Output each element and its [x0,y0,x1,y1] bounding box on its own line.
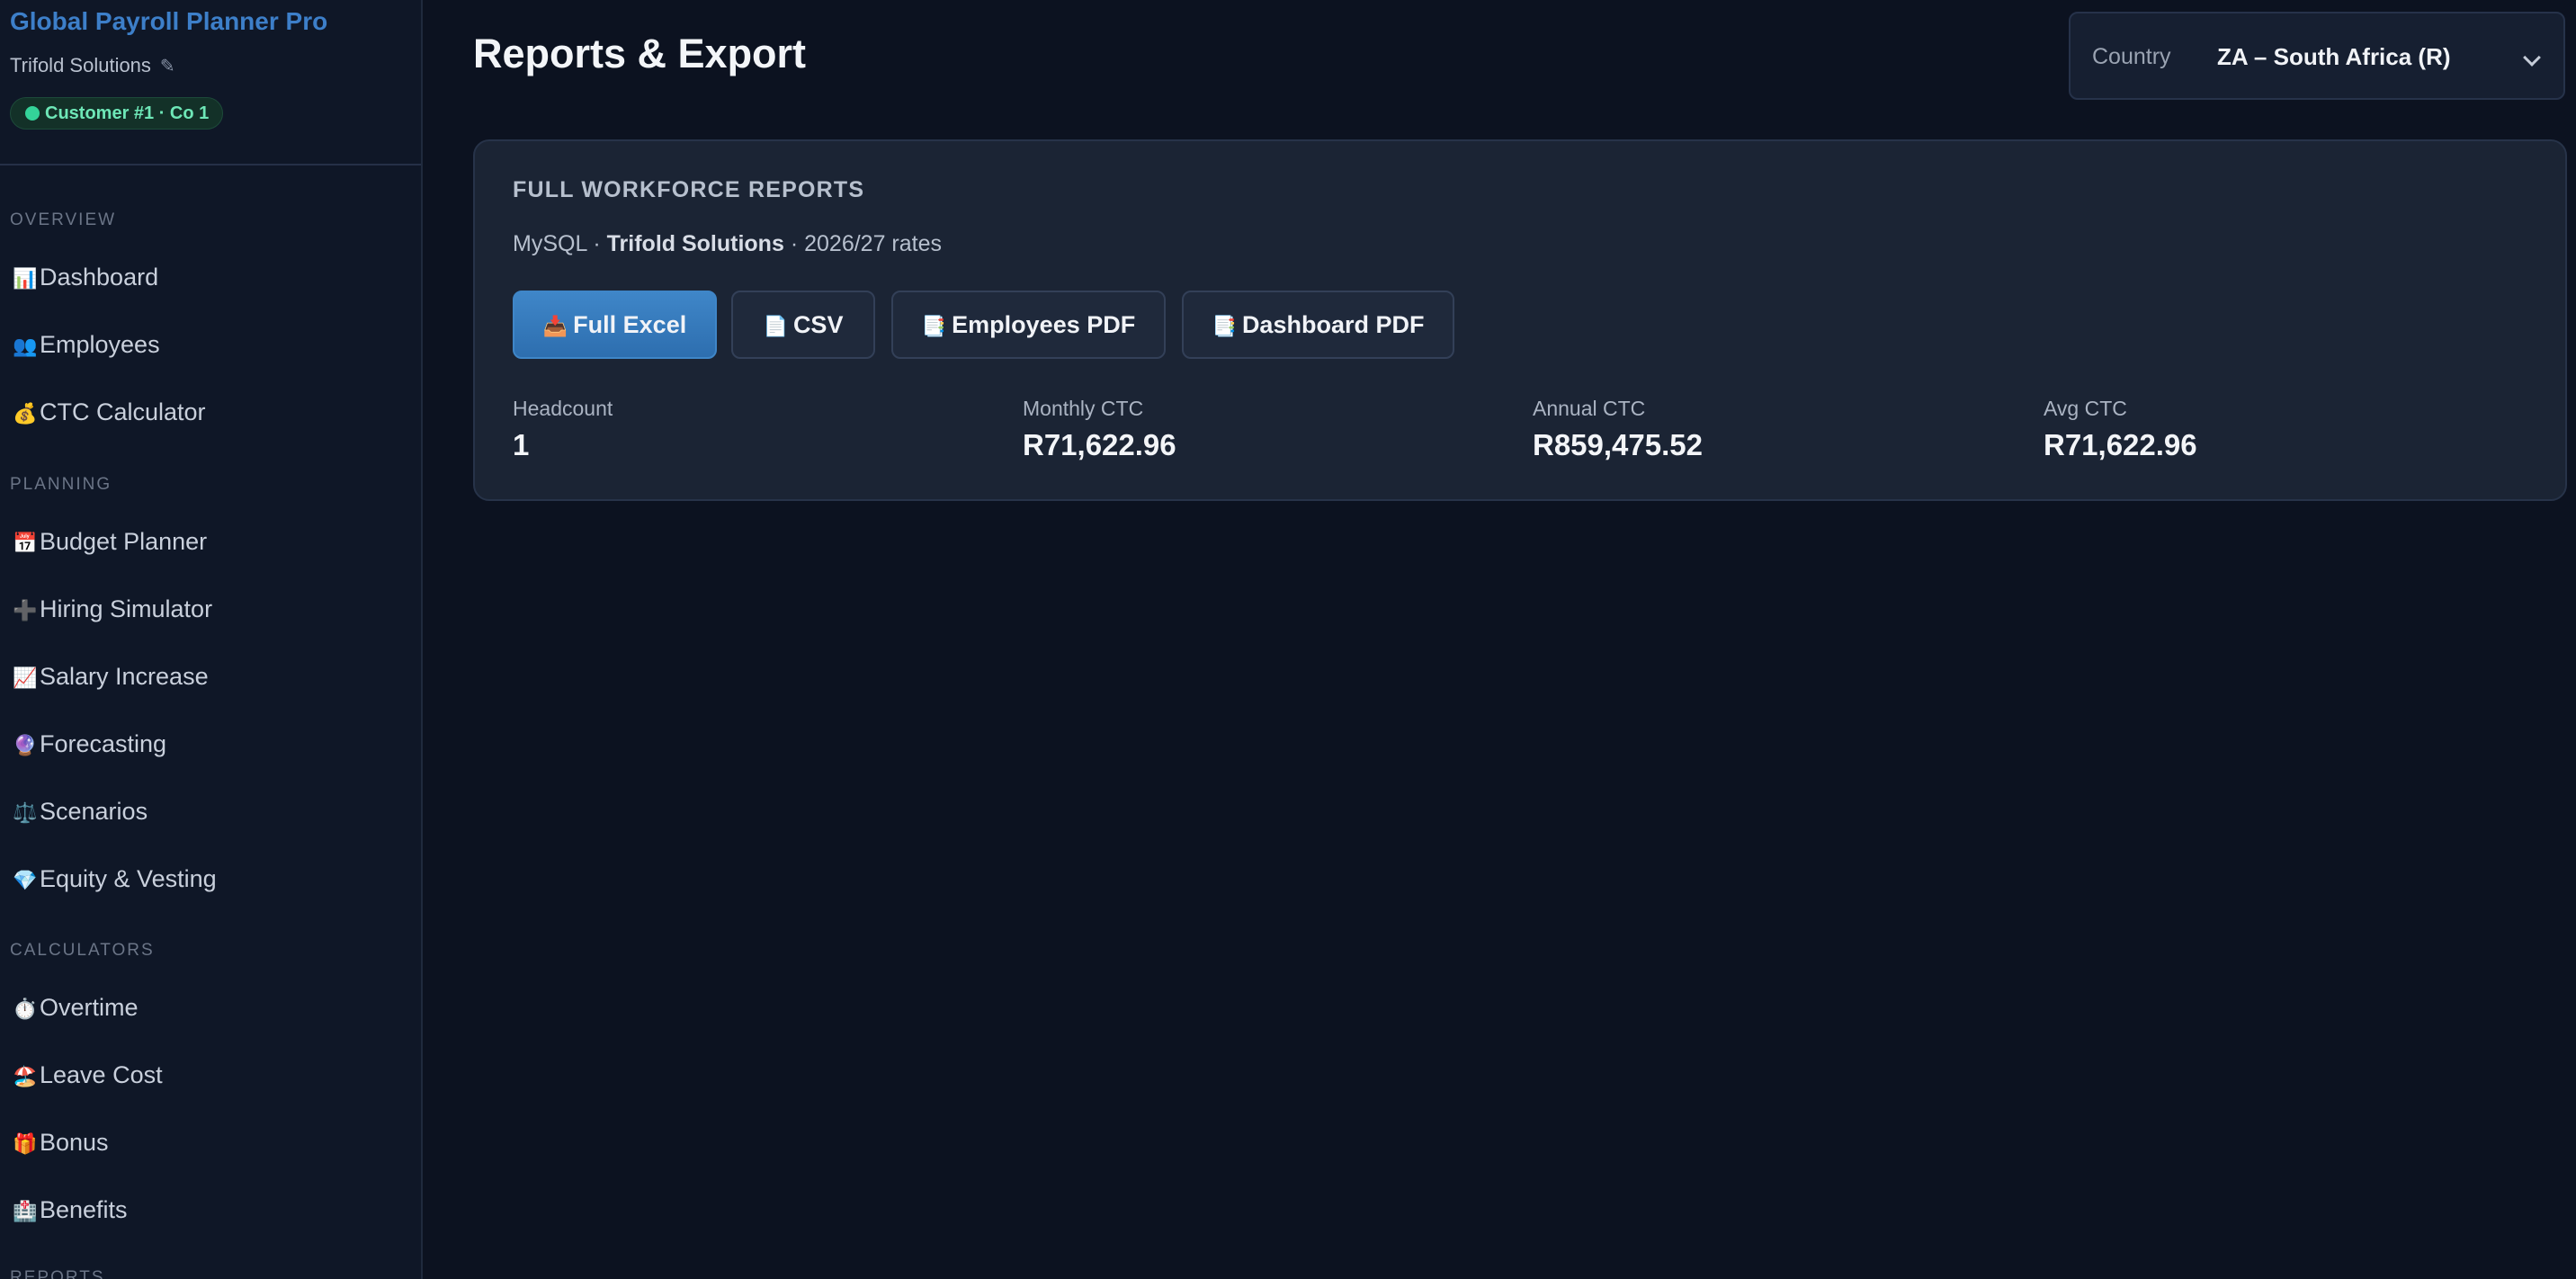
company-name: Trifold Solutions [606,231,784,256]
stat-label: Monthly CTC [1023,397,1144,420]
document-icon: 📄 [763,314,788,337]
stat-value: R71,622.96 [1023,428,1176,461]
customer-badge: Customer #1 · Co 1 [10,97,224,130]
sidebar-item-salary-increase[interactable]: 📈Salary Increase [13,654,408,699]
sidebar-item-label: Bonus [40,1129,109,1156]
sidebar-item-leave-cost[interactable]: 🏖️Leave Cost [13,1052,408,1097]
card-heading: FULL WORKFORCE REPORTS [513,177,865,202]
page-title: Reports & Export [473,31,807,76]
button-label: CSV [792,310,844,338]
section-planning: PLANNING [10,475,112,494]
stopwatch-icon: ⏱️ [13,997,38,1020]
stat-monthly-ctc: Monthly CTC R71,622.96 [1023,397,1472,462]
calendar-icon: 📅 [13,532,38,554]
app-title[interactable]: Global Payroll Planner Pro [10,7,327,36]
full-excel-button[interactable]: 📥 Full Excel [513,291,717,359]
sidebar-item-overtime[interactable]: ⏱️Overtime [13,985,408,1030]
stat-annual-ctc: Annual CTC R859,475.52 [1533,397,1982,462]
button-label: Dashboard PDF [1241,310,1425,338]
sidebar-item-benefits[interactable]: 🏥Benefits [13,1187,408,1232]
sidebar-item-label: Scenarios [40,798,148,825]
sidebar-item-label: Leave Cost [40,1061,163,1088]
gem-icon: 💎 [13,869,38,891]
country-select-value[interactable]: ZA – South Africa (R) [2217,43,2451,71]
sidebar-item-label: Employees [40,331,160,358]
sidebar-divider [0,164,421,165]
stat-label: Headcount [513,397,613,420]
card-subtitle: MySQL · Trifold Solutions · 2026/27 rate… [513,231,942,257]
sidebar-item-bonus[interactable]: 🎁Bonus [13,1120,408,1165]
chart-increasing-icon: 📈 [13,666,38,689]
sidebar-item-budget-planner[interactable]: 📅Budget Planner [13,519,408,564]
sidebar-item-label: Salary Increase [40,663,209,690]
sidebar-item-label: Hiring Simulator [40,595,213,622]
sidebar-item-equity-vesting[interactable]: 💎Equity & Vesting [13,856,408,901]
chevron-down-icon[interactable] [2523,49,2541,67]
sidebar-item-label: Dashboard [40,264,159,291]
sidebar-item-employees[interactable]: 👥Employees [13,322,408,367]
section-calculators: CALCULATORS [10,941,155,960]
crystal-ball-icon: 🔮 [13,734,38,756]
employees-pdf-button[interactable]: 📑 Employees PDF [891,291,1166,359]
sidebar-item-scenarios[interactable]: ⚖️Scenarios [13,789,408,834]
sidebar-item-dashboard[interactable]: 📊Dashboard [13,255,408,300]
sidebar-item-hiring-simulator[interactable]: ➕Hiring Simulator [13,586,408,631]
stat-label: Avg CTC [2044,397,2127,420]
bookmark-tabs-icon: 📑 [921,314,947,337]
stat-value: R71,622.96 [2044,428,2197,461]
hospital-icon: 🏥 [13,1200,38,1222]
sidebar-item-ctc-calculator[interactable]: 💰CTC Calculator [13,389,408,434]
stat-avg-ctc: Avg CTC R71,622.96 [2044,397,2493,462]
sidebar-item-forecasting[interactable]: 🔮Forecasting [13,721,408,766]
company-name-label: Trifold Solutions [10,54,151,76]
section-reports: REPORTS [10,1268,105,1279]
beach-icon: 🏖️ [13,1065,38,1087]
stat-value: 1 [513,428,530,461]
button-label: Employees PDF [952,310,1136,338]
sidebar-item-label: Forecasting [40,730,167,757]
money-bag-icon: 💰 [13,402,38,425]
stat-headcount: Headcount 1 [513,397,962,462]
separator: · [593,231,601,256]
sidebar: Global Payroll Planner Pro Trifold Solut… [0,0,423,1279]
bar-chart-icon: 📊 [13,267,38,290]
customer-badge-label: Customer #1 · Co 1 [45,103,210,123]
rates-label: 2026/27 rates [804,231,943,256]
sidebar-item-label: Budget Planner [40,528,208,555]
button-label: Full Excel [573,310,687,338]
balance-scale-icon: ⚖️ [13,801,38,824]
country-label: Country [2092,44,2171,69]
bookmark-tabs-icon: 📑 [1212,314,1237,337]
status-dot-icon [25,106,40,121]
inbox-tray-icon: 📥 [542,314,568,337]
sidebar-item-label: CTC Calculator [40,398,206,425]
edit-pencil-icon[interactable]: ✎ [160,57,175,76]
country-selector[interactable]: Country ZA – South Africa (R) [2069,12,2565,100]
db-name: MySQL [513,231,587,256]
sidebar-item-label: Overtime [40,994,139,1021]
section-overview: OVERVIEW [10,210,117,229]
stat-value: R859,475.52 [1533,428,1703,461]
csv-button[interactable]: 📄 CSV [731,291,875,359]
people-icon: 👥 [13,335,38,357]
separator: · [790,231,799,256]
gift-icon: 🎁 [13,1132,38,1155]
sidebar-item-label: Equity & Vesting [40,865,217,892]
company-name[interactable]: Trifold Solutions ✎ [10,54,175,77]
sidebar-item-label: Benefits [40,1196,128,1223]
reports-card: FULL WORKFORCE REPORTS MySQL · Trifold S… [473,139,2567,501]
plus-icon: ➕ [13,599,38,622]
dashboard-pdf-button[interactable]: 📑 Dashboard PDF [1182,291,1454,359]
stat-label: Annual CTC [1533,397,1646,420]
